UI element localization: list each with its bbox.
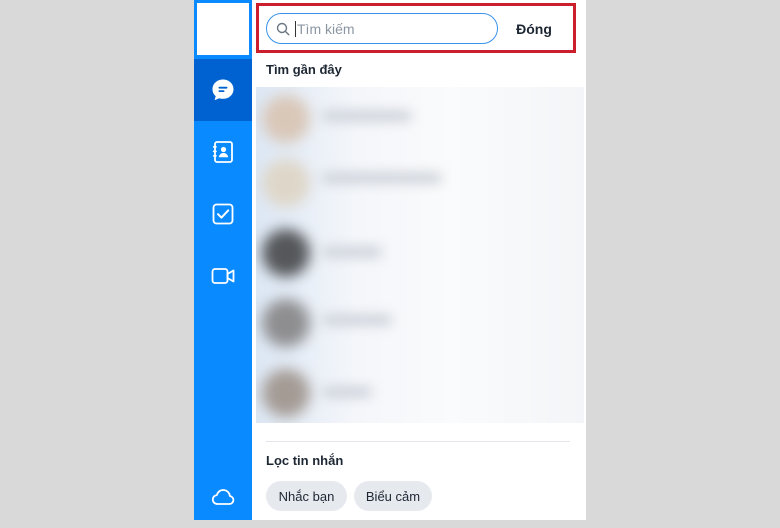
list-item[interactable] <box>256 363 584 423</box>
sidebar <box>194 0 252 520</box>
close-button[interactable]: Đóng <box>506 18 562 40</box>
avatar <box>262 299 310 347</box>
filter-chip-mention[interactable]: Nhắc bạn <box>266 481 347 511</box>
search-field[interactable] <box>266 13 498 44</box>
list-item[interactable] <box>256 89 584 151</box>
filter-messages-title: Lọc tin nhắn <box>266 453 344 468</box>
recent-searches-title: Tìm gần đây <box>266 62 342 77</box>
sidebar-item-todo[interactable] <box>194 183 252 245</box>
search-icon <box>276 22 290 36</box>
sidebar-item-video[interactable] <box>194 245 252 307</box>
divider <box>266 441 570 442</box>
avatar <box>262 159 310 207</box>
sidebar-item-cloud[interactable] <box>194 466 252 528</box>
search-input[interactable] <box>297 20 477 37</box>
avatar <box>262 369 310 417</box>
list-item[interactable] <box>256 293 584 355</box>
filter-chip-reaction[interactable]: Biểu cảm <box>354 481 432 511</box>
avatar <box>262 95 310 143</box>
avatar[interactable] <box>197 3 249 55</box>
contacts-icon <box>212 141 233 163</box>
search-panel: Đóng Tìm gần đây <box>252 0 586 520</box>
sidebar-item-contacts[interactable] <box>194 121 252 183</box>
cloud-icon <box>211 489 235 505</box>
avatar <box>262 229 310 277</box>
sidebar-item-messages[interactable] <box>194 59 252 121</box>
app-window: Đóng Tìm gần đây <box>194 0 586 520</box>
video-call-icon <box>211 268 235 284</box>
recent-searches-list <box>256 87 584 423</box>
todo-check-icon <box>212 203 234 225</box>
text-caret <box>295 20 296 37</box>
chat-bubble-icon <box>212 79 234 101</box>
list-item[interactable] <box>256 223 584 285</box>
list-item[interactable] <box>256 153 584 215</box>
